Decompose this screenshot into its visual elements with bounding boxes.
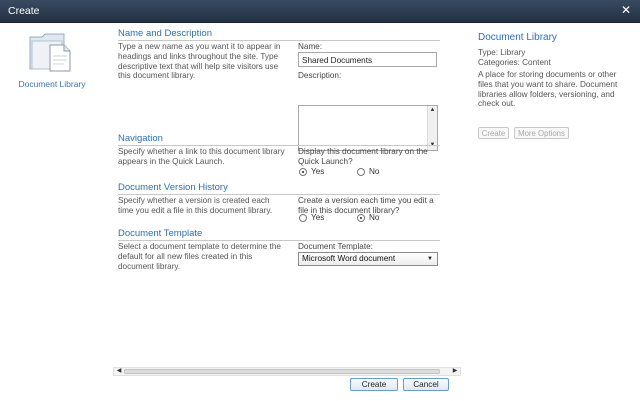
section-desc-template: Select a document template to determine … bbox=[118, 242, 281, 271]
navigation-yes-label[interactable]: Yes bbox=[311, 167, 324, 177]
versioning-yes-label[interactable]: Yes bbox=[311, 213, 324, 223]
section-title-navigation: Navigation bbox=[118, 133, 440, 146]
versioning-no-label[interactable]: No bbox=[369, 213, 379, 223]
name-label: Name: bbox=[298, 42, 323, 51]
details-categories: Categories: Content bbox=[478, 57, 551, 67]
template-select-value: Microsoft Word document bbox=[302, 254, 396, 263]
details-title: Document Library bbox=[478, 32, 557, 43]
dialog-body: Document Library Name and Description Ty… bbox=[0, 23, 640, 401]
navigation-yes-radio[interactable] bbox=[299, 168, 307, 176]
template-gallery: Document Library bbox=[0, 23, 106, 401]
document-library-icon[interactable] bbox=[28, 29, 74, 73]
template-select[interactable]: Microsoft Word document ▼ bbox=[298, 252, 438, 266]
scroll-right-icon[interactable]: ▶ bbox=[451, 368, 459, 375]
name-input[interactable]: Shared Documents bbox=[298, 52, 437, 67]
details-create-button[interactable]: Create bbox=[478, 127, 509, 139]
scrollbar-thumb[interactable] bbox=[124, 369, 440, 374]
template-label[interactable]: Document Library bbox=[10, 79, 94, 89]
create-button[interactable]: Create bbox=[350, 378, 398, 391]
navigation-question: Display this document library on the Qui… bbox=[298, 147, 428, 166]
scroll-left-icon[interactable]: ◀ bbox=[115, 368, 123, 375]
section-desc-versioning: Specify whether a version is created eac… bbox=[118, 196, 273, 215]
dialog-titlebar: Create ✕ bbox=[0, 0, 640, 23]
dialog-title: Create bbox=[8, 5, 40, 17]
versioning-yes-radio[interactable] bbox=[299, 214, 307, 222]
cancel-button[interactable]: Cancel bbox=[403, 378, 449, 391]
navigation-no-radio[interactable] bbox=[357, 168, 365, 176]
scroll-up-icon[interactable]: ▲ bbox=[429, 107, 436, 114]
section-title-name: Name and Description bbox=[118, 28, 440, 41]
section-desc-navigation: Specify whether a link to this document … bbox=[118, 147, 285, 166]
more-options-button[interactable]: More Options bbox=[514, 127, 569, 139]
template-label-field: Document Template: bbox=[298, 242, 373, 251]
dropdown-arrow-icon[interactable]: ▼ bbox=[427, 253, 433, 265]
details-description: A place for storing documents or other f… bbox=[478, 70, 618, 109]
section-title-versioning: Document Version History bbox=[118, 182, 440, 195]
section-title-template: Document Template bbox=[118, 228, 440, 241]
horizontal-scrollbar[interactable]: ◀ ▶ bbox=[113, 367, 461, 376]
close-icon[interactable]: ✕ bbox=[621, 4, 631, 16]
details-meta: Type: Library Categories: Content bbox=[478, 48, 551, 68]
versioning-no-radio[interactable] bbox=[357, 214, 365, 222]
section-desc-name: Type a new name as you want it to appear… bbox=[118, 42, 281, 81]
navigation-no-label[interactable]: No bbox=[369, 167, 379, 177]
details-type: Type: Library bbox=[478, 48, 526, 57]
description-label: Description: bbox=[298, 71, 342, 80]
